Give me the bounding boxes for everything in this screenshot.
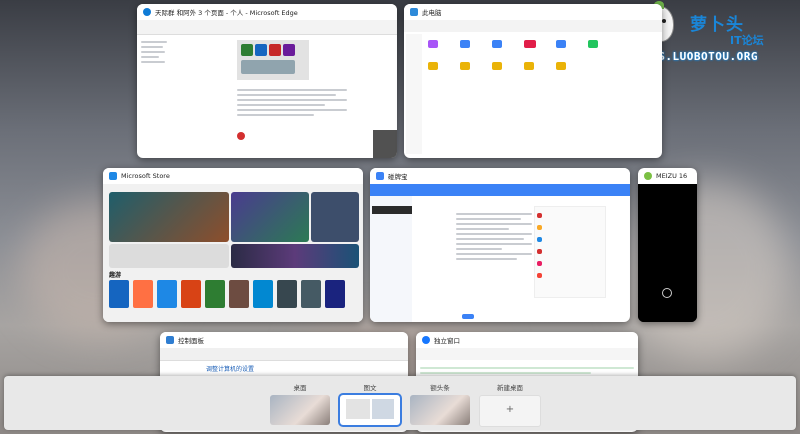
home-circle-icon[interactable] (662, 288, 672, 298)
folder-icon (524, 62, 534, 70)
desktop-item-new[interactable]: 新建桌面 + (476, 382, 544, 427)
logo-subtitle: IT论坛 (730, 34, 764, 47)
app-tile[interactable] (157, 280, 177, 308)
computer-icon (410, 8, 418, 16)
desktop-thumbnail[interactable] (410, 395, 470, 425)
folder-icon (588, 40, 598, 48)
app-tile[interactable] (325, 280, 345, 308)
app-tile[interactable] (133, 280, 153, 308)
window-title: 碰牌宝 (388, 173, 408, 181)
folder-icon (556, 40, 566, 48)
app-tile[interactable] (205, 280, 225, 308)
desktop-item-2[interactable]: 图文 (336, 382, 404, 427)
page-title: 调整计算机的设置 (206, 366, 255, 373)
desktop-label: 额头条 (430, 384, 450, 392)
window-explorer[interactable]: 此电脑 (404, 4, 662, 158)
folder-icon (428, 40, 438, 48)
window-title: 独立窗口 (434, 337, 460, 345)
edge-icon (143, 8, 151, 16)
control-panel-icon (166, 336, 174, 344)
window-title: 控制面板 (178, 337, 204, 345)
new-desktop-button[interactable]: + (479, 395, 541, 427)
explorer-content (404, 20, 662, 158)
window-titlebar[interactable]: 控制面板 (160, 332, 408, 348)
section-label: 趣游 (109, 272, 122, 279)
window-phone[interactable]: MEIZU 16 (638, 168, 697, 322)
folder-icon (492, 40, 502, 48)
app-tile[interactable] (301, 280, 321, 308)
app-content (370, 184, 630, 322)
desktop-thumbnail[interactable] (270, 395, 330, 425)
app-tile[interactable] (277, 280, 297, 308)
drive-icon (524, 40, 536, 48)
forum-logo: 萝卜头 IT论坛 BBS.LUOBOTOU.ORG (644, 1, 794, 70)
window-titlebar[interactable]: 天际群 和阿外 3 个页面 - 个人 - Microsoft Edge (137, 4, 397, 20)
ding-icon (422, 336, 430, 344)
app-tile[interactable] (253, 280, 273, 308)
folder-icon (460, 62, 470, 70)
phone-screen (638, 184, 697, 322)
folder-icon (556, 62, 566, 70)
app-tile[interactable] (109, 280, 129, 308)
window-edge[interactable]: 天际群 和阿外 3 个页面 - 个人 - Microsoft Edge (137, 4, 397, 158)
desktop-label: 桌面 (293, 384, 307, 392)
folder-icon (492, 62, 502, 70)
window-title: 天际群 和阿外 3 个页面 - 个人 - Microsoft Edge (155, 9, 298, 17)
window-app[interactable]: 碰牌宝 (370, 168, 630, 322)
window-title: 此电脑 (422, 9, 442, 17)
window-titlebar[interactable]: Microsoft Store (103, 168, 363, 184)
desktop-label: 新建桌面 (497, 384, 523, 392)
desktop-item-1[interactable]: 桌面 (266, 382, 334, 425)
window-title: Microsoft Store (121, 172, 170, 180)
folder-icon (460, 40, 470, 48)
store-content: 趣游 (103, 184, 363, 322)
window-titlebar[interactable]: MEIZU 16 (638, 168, 697, 184)
app-tile[interactable] (181, 280, 201, 308)
app-icon (376, 172, 384, 180)
desktop-item-3[interactable]: 额头条 (406, 382, 474, 425)
plus-icon: + (505, 404, 515, 415)
store-icon (109, 172, 117, 180)
window-title: MEIZU 16 (656, 172, 688, 180)
virtual-desktops-bar: 桌面 图文 额头条 新建桌面 + (4, 376, 796, 430)
window-titlebar[interactable]: 此电脑 (404, 4, 662, 20)
folder-icon (428, 62, 438, 70)
android-icon (644, 172, 652, 180)
edge-page-content (137, 20, 397, 158)
app-tile[interactable] (229, 280, 249, 308)
desktop-thumbnail[interactable] (338, 393, 402, 427)
window-store[interactable]: Microsoft Store 趣游 (103, 168, 363, 322)
window-titlebar[interactable]: 碰牌宝 (370, 168, 630, 184)
window-titlebar[interactable]: 独立窗口 (416, 332, 638, 348)
desktop-label: 图文 (363, 384, 377, 392)
